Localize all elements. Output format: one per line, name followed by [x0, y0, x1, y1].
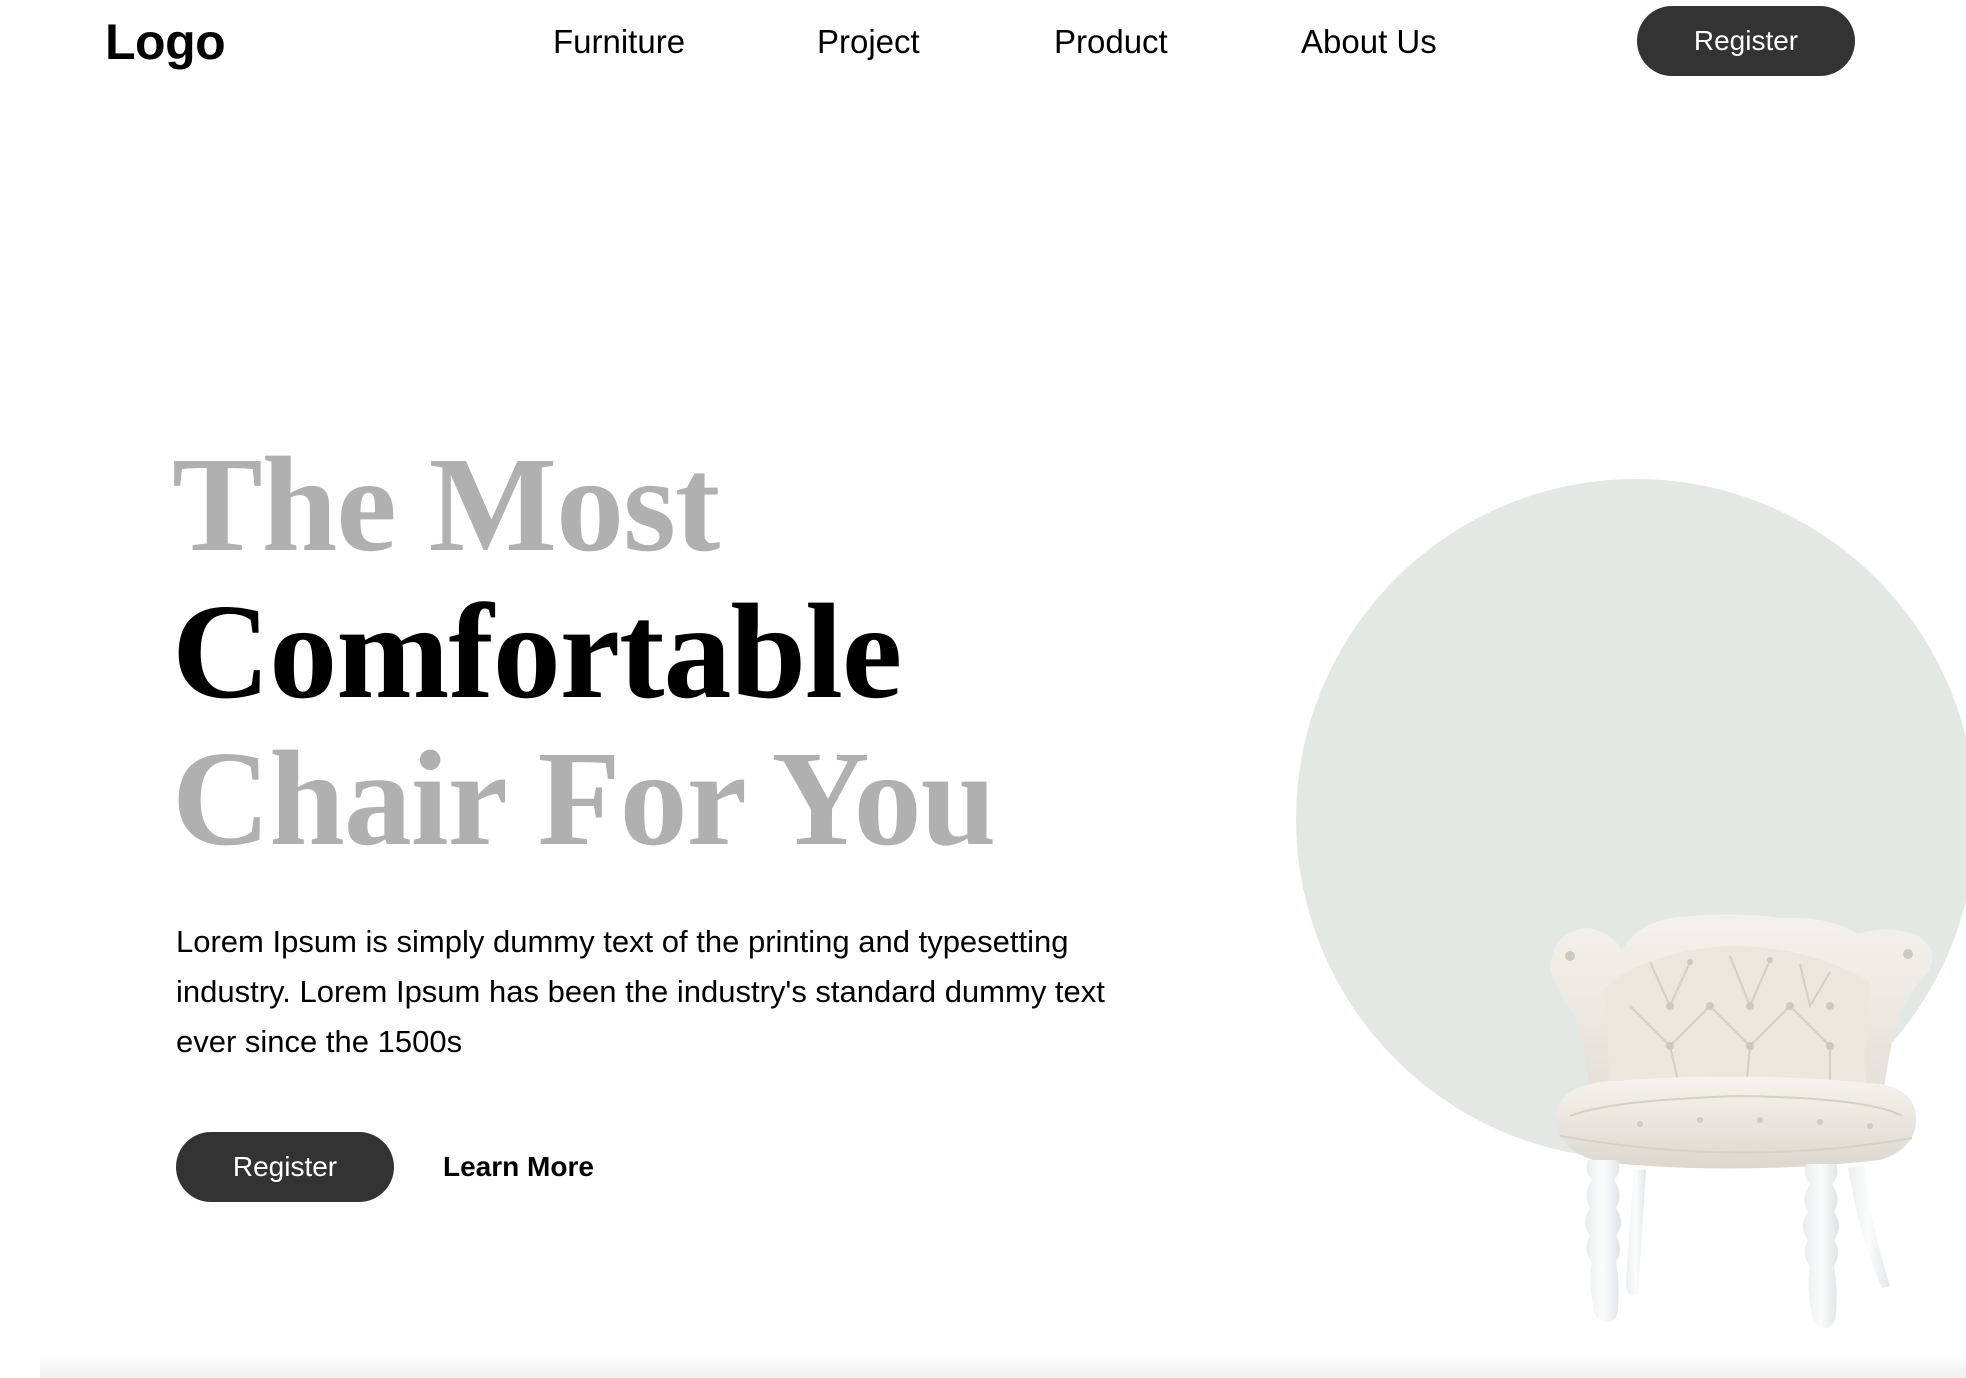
hero-headline: The Most Comfortable Chair For You [172, 430, 996, 874]
hero-register-button[interactable]: Register [176, 1132, 394, 1202]
headline-line-comfortable: Comfortable [172, 577, 902, 727]
hero-description: Lorem Ipsum is simply dummy text of the … [176, 924, 1105, 1059]
chair-image [1530, 910, 1950, 1340]
header-register-button[interactable]: Register [1637, 6, 1855, 76]
nav-link-furniture[interactable]: Furniture [553, 18, 685, 66]
headline-line-chair-for-you: Chair For You [172, 724, 996, 874]
section-divider-shadow [40, 1352, 1966, 1378]
learn-more-link[interactable]: Learn More [443, 1147, 594, 1187]
nav-link-project[interactable]: Project [817, 18, 920, 66]
logo[interactable]: Logo [105, 12, 226, 72]
nav-link-product[interactable]: Product [1054, 18, 1168, 66]
nav-link-about-us[interactable]: About Us [1301, 18, 1437, 66]
headline-line-the-most: The Most [172, 430, 720, 580]
